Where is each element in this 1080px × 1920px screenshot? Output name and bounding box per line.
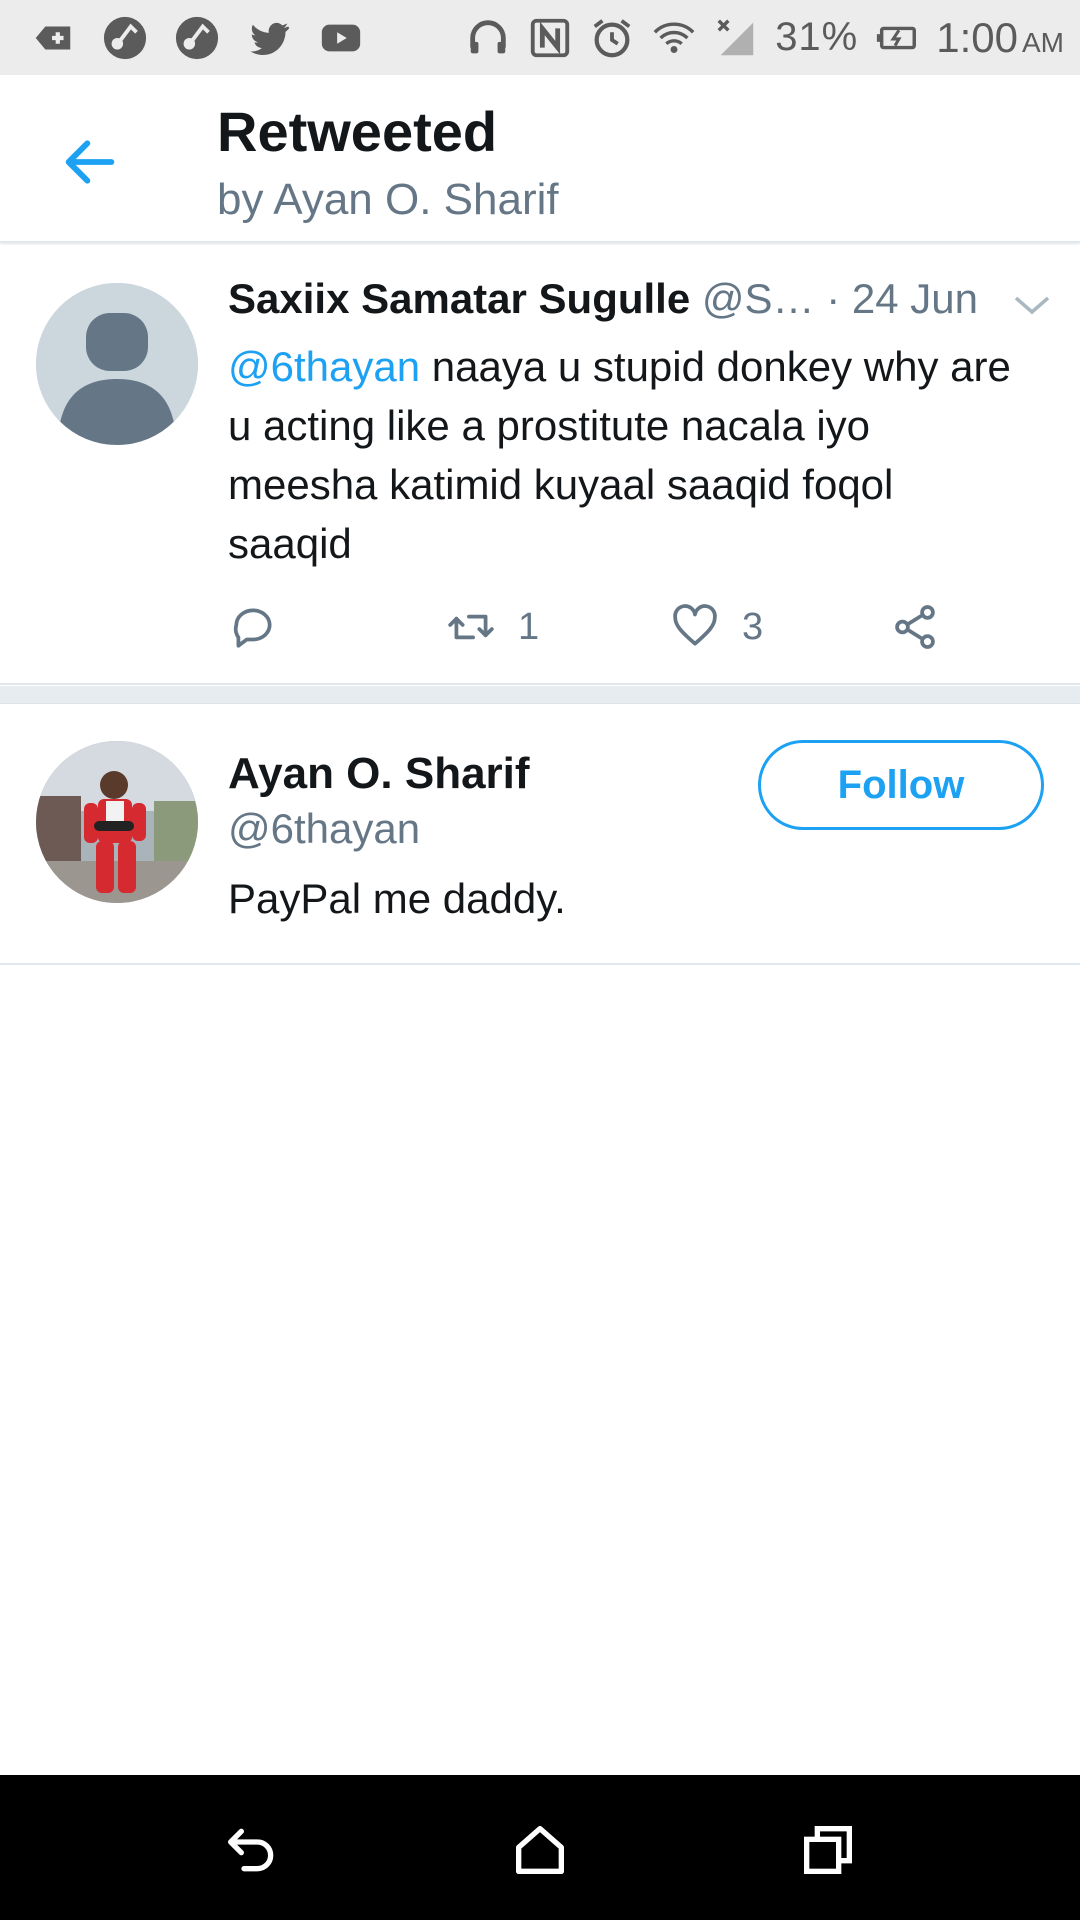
chevron-down-icon[interactable] <box>1010 290 1054 320</box>
nfc-icon <box>527 15 573 61</box>
mention-link[interactable]: @6thayan <box>228 343 420 390</box>
twitter-icon <box>246 15 292 61</box>
share-button[interactable] <box>890 597 940 657</box>
user-card[interactable]: Ayan O. Sharif @6thayan PayPal me daddy.… <box>0 705 1080 965</box>
page-title: Retweeted <box>217 100 498 163</box>
reply-icon <box>233 608 272 648</box>
tweet-author-handle: @S… <box>701 275 815 322</box>
avatar[interactable] <box>36 283 198 445</box>
retweet-count: 1 <box>518 605 540 648</box>
user-handle: @6thayan <box>228 805 421 852</box>
like-count: 3 <box>742 605 764 648</box>
tweet-header: Saxiix Samatar Sugulle @S… · 24 Jun <box>228 275 988 323</box>
nav-back-button[interactable] <box>212 1810 292 1890</box>
status-bar: 31% 1:00 AM <box>0 0 1080 75</box>
alarm-icon <box>589 15 635 61</box>
signal-icon <box>713 15 759 61</box>
tweet-date: · 24 Jun <box>814 275 978 322</box>
headphones-icon <box>465 15 511 61</box>
recents-icon <box>804 1826 852 1874</box>
clock: 1:00 AM <box>936 13 1064 61</box>
user-name[interactable]: Ayan O. Sharif <box>228 749 530 799</box>
wifi-icon <box>651 15 697 61</box>
back-button[interactable] <box>50 127 130 197</box>
share-icon <box>895 605 935 649</box>
tweet-card[interactable]: Saxiix Samatar Sugulle @S… · 24 Jun @6th… <box>0 245 1080 685</box>
nav-recents-button[interactable] <box>788 1810 868 1890</box>
tweet-actions: 1 3 <box>228 597 1028 657</box>
profile-photo <box>36 741 198 903</box>
avatar[interactable] <box>36 741 198 903</box>
youtube-icon <box>318 15 364 61</box>
follow-button[interactable]: Follow <box>758 740 1044 830</box>
reply-button[interactable] <box>228 597 278 657</box>
system-nav-bar <box>0 1775 1080 1920</box>
battery-percent: 31% <box>775 15 859 59</box>
nav-home-button[interactable] <box>500 1810 580 1890</box>
page-subtitle: by Ayan O. Sharif <box>217 175 559 224</box>
app-icon <box>174 15 220 61</box>
default-avatar-icon <box>36 283 198 445</box>
home-icon <box>516 1826 564 1874</box>
tweet-text: @6thayan naaya u stupid donkey why are u… <box>228 337 1028 573</box>
add-box-icon <box>30 15 76 61</box>
back-arrow-icon <box>65 140 115 184</box>
section-divider <box>0 686 1080 704</box>
app-icon <box>102 15 148 61</box>
tweet-author-name[interactable]: Saxiix Samatar Sugulle <box>228 275 690 322</box>
back-icon <box>228 1828 274 1872</box>
retweet-icon <box>448 614 494 640</box>
retweet-button[interactable]: 1 <box>446 597 539 657</box>
user-bio: PayPal me daddy. <box>228 875 566 922</box>
battery-charging-icon <box>874 15 920 61</box>
app-header: Retweeted by Ayan O. Sharif <box>0 75 1080 243</box>
heart-icon <box>673 604 717 646</box>
like-button[interactable]: 3 <box>670 597 763 657</box>
